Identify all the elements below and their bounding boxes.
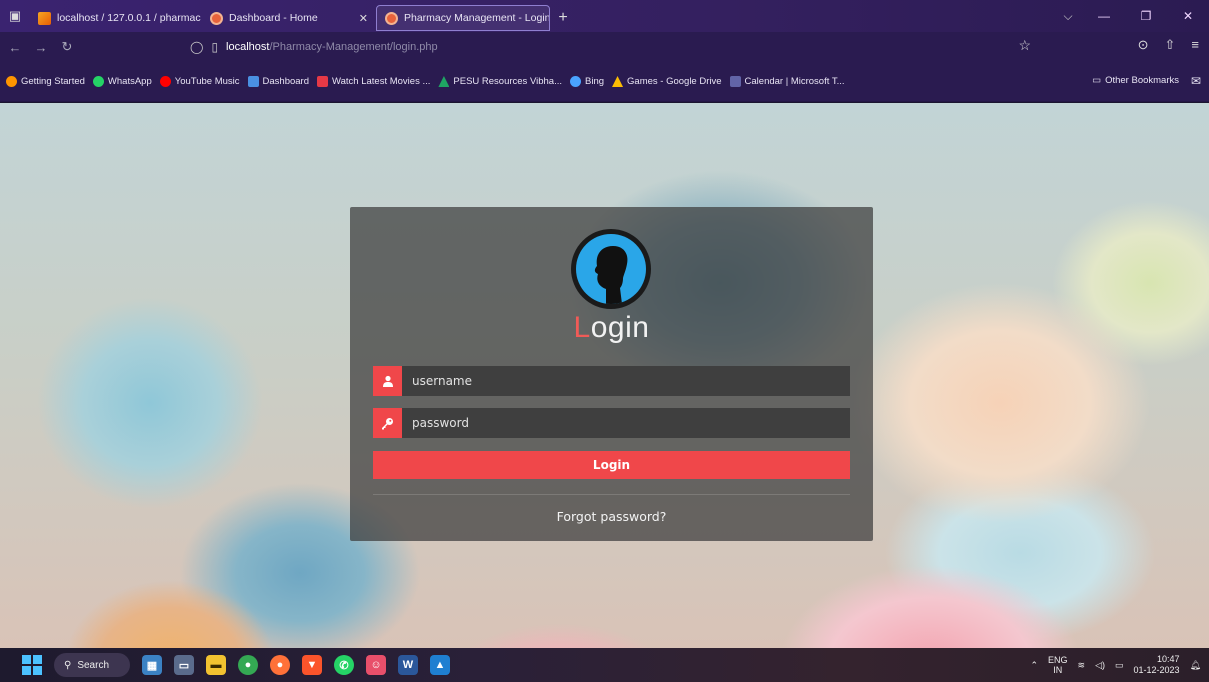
widgets-icon[interactable]: ▦	[142, 655, 162, 675]
bookmark-item[interactable]: PESU Resources Vibha...	[438, 76, 562, 87]
dashboard-icon	[247, 76, 259, 87]
firefox-icon	[6, 76, 17, 87]
back-icon[interactable]: ←	[4, 36, 26, 58]
volume-icon[interactable]: ◁)	[1095, 660, 1105, 671]
username-field	[373, 366, 850, 396]
login-button[interactable]: Login	[373, 451, 850, 479]
file-explorer-icon[interactable]: ▬	[206, 655, 226, 675]
bookmarks-bar: Getting Started WhatsApp YouTube Music D…	[0, 62, 1209, 102]
user-silhouette-icon	[576, 234, 646, 304]
address-bar[interactable]: ◯ ▯ localhost/Pharmacy-Management/login.…	[190, 36, 1035, 58]
bookmark-item[interactable]: YouTube Music	[159, 76, 240, 87]
brave-icon[interactable]: ▼	[302, 655, 322, 675]
toolbar-right: ⊙ ⇧ ≡	[1138, 37, 1199, 53]
chevron-up-icon[interactable]: ⌃	[1030, 660, 1038, 671]
bookmark-star-icon[interactable]: ☆	[1018, 37, 1031, 54]
tab-list-icon[interactable]: ▣	[0, 0, 30, 32]
bookmark-item[interactable]: Calendar | Microsoft T...	[729, 76, 845, 87]
shield-icon[interactable]: ◯	[190, 40, 203, 54]
firefox-icon[interactable]: ●	[270, 655, 290, 675]
login-panel: Login Login Forgot password?	[350, 207, 873, 541]
photos-icon[interactable]: ▲	[430, 655, 450, 675]
user-icon	[373, 366, 402, 396]
tab-close-icon[interactable]: ✕	[359, 12, 368, 25]
taskbar-search[interactable]: ⚲ Search	[54, 653, 130, 677]
new-tab-icon[interactable]: +	[550, 4, 576, 32]
battery-icon[interactable]: ▭	[1115, 660, 1124, 671]
tab-dropdown-icon[interactable]: ⌵	[1053, 0, 1083, 32]
word-icon[interactable]: W	[398, 655, 418, 675]
tab-login[interactable]: Pharmacy Management - Login ✕	[376, 5, 550, 31]
taskbar: ⚲ Search ▦ ▭ ▬ ● ● ▼ ✆ ☺ W ▲ ⌃ ENG IN ≋ …	[0, 648, 1209, 682]
browser-nav-bar: ← → ↻ ◯ ▯ localhost/Pharmacy-Management/…	[0, 32, 1209, 62]
tab-dashboard[interactable]: Dashboard - Home ✕	[202, 4, 376, 32]
username-input[interactable]	[402, 366, 850, 396]
system-tray: ⌃ ENG IN ≋ ◁) ▭ 10:47 01-12-2023 🔔︎	[1030, 648, 1201, 682]
bookmark-item[interactable]: Dashboard	[247, 76, 309, 87]
minimize-icon[interactable]: —	[1083, 0, 1125, 32]
reload-icon[interactable]: ↻	[56, 36, 78, 58]
menu-icon[interactable]: ≡	[1191, 37, 1199, 53]
divider	[373, 494, 850, 495]
windows-start-icon[interactable]	[22, 655, 42, 675]
language-indicator[interactable]: ENG IN	[1048, 655, 1068, 675]
notification-bell-icon[interactable]: 🔔︎	[1190, 660, 1201, 671]
extensions-icon[interactable]: ⇧	[1165, 37, 1176, 53]
url-host: localhost	[226, 41, 270, 53]
bookmark-item[interactable]: Getting Started	[6, 76, 85, 87]
teams-icon	[729, 76, 741, 87]
globe-icon	[570, 76, 581, 87]
bookmark-item[interactable]: Bing	[570, 76, 604, 87]
avatar	[571, 229, 651, 309]
tab-title: Pharmacy Management - Login	[404, 12, 550, 24]
close-window-icon[interactable]: ✕	[1167, 0, 1209, 32]
tab-title: localhost / 127.0.0.1 / pharmac	[57, 12, 201, 24]
other-bookmarks[interactable]: ▭ Other Bookmarks	[1092, 75, 1179, 86]
pocket-icon[interactable]: ⊙	[1138, 37, 1149, 53]
page-background: Login Login Forgot password?	[0, 103, 1209, 648]
password-input[interactable]	[402, 408, 850, 438]
google-drive-icon	[612, 76, 624, 87]
login-title: Login	[573, 311, 650, 344]
key-icon	[373, 408, 402, 438]
tab-title: Dashboard - Home	[229, 12, 318, 24]
phpmyadmin-favicon-icon	[38, 11, 51, 25]
app-icon[interactable]: ☺	[366, 655, 386, 675]
forgot-password-link[interactable]: Forgot password?	[350, 509, 873, 524]
clock[interactable]: 10:47 01-12-2023	[1134, 654, 1180, 676]
google-drive-icon	[438, 76, 450, 87]
taskbar-apps: ▦ ▭ ▬ ● ● ▼ ✆ ☺ W ▲	[142, 655, 450, 675]
tab-phpmyadmin[interactable]: localhost / 127.0.0.1 / pharmac ✕	[30, 4, 202, 32]
whatsapp-icon[interactable]: ✆	[334, 655, 354, 675]
task-view-icon[interactable]: ▭	[174, 655, 194, 675]
password-field	[373, 408, 850, 438]
browser-tab-bar: ▣ localhost / 127.0.0.1 / pharmac ✕ Dash…	[0, 0, 1209, 32]
youtube-music-icon	[159, 76, 171, 87]
forward-icon[interactable]: →	[30, 36, 52, 58]
folder-icon: ▭	[1092, 75, 1102, 86]
pharmacy-favicon-icon	[385, 11, 398, 25]
page-icon: ▯	[211, 40, 219, 54]
window-controls: ⌵ — ❐ ✕	[1053, 0, 1209, 32]
restore-icon[interactable]: ❐	[1125, 0, 1167, 32]
bookmark-item[interactable]: Watch Latest Movies ...	[317, 76, 430, 87]
mail-icon[interactable]: ✉	[1191, 74, 1201, 88]
chrome-icon[interactable]: ●	[238, 655, 258, 675]
search-icon: ⚲	[64, 659, 72, 671]
url-path: /Pharmacy-Management/login.php	[269, 41, 438, 53]
bookmark-item[interactable]: WhatsApp	[92, 76, 152, 87]
bookmark-item[interactable]: Games - Google Drive	[612, 76, 722, 87]
movies-icon	[317, 76, 328, 87]
pharmacy-favicon-icon	[210, 11, 223, 25]
whatsapp-icon	[92, 76, 104, 87]
wifi-icon[interactable]: ≋	[1078, 660, 1086, 671]
